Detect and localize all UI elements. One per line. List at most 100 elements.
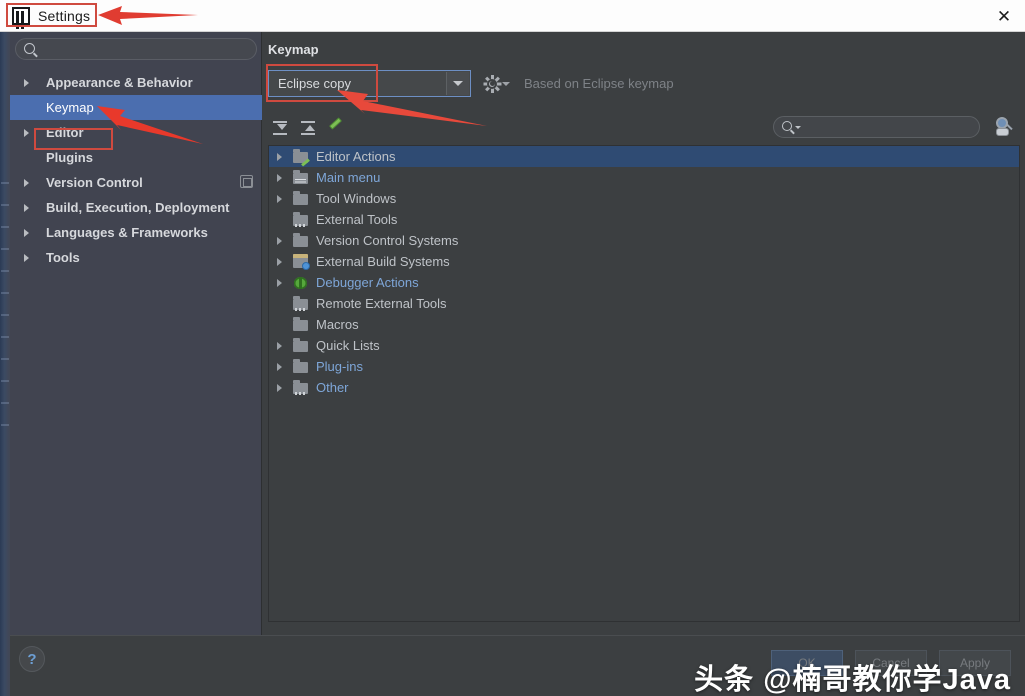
expand-arrow-icon[interactable] bbox=[277, 384, 293, 392]
pencil-icon[interactable] bbox=[324, 116, 348, 140]
sidebar-item-tools[interactable]: Tools bbox=[10, 245, 262, 270]
expand-arrow-icon[interactable] bbox=[277, 363, 293, 371]
tree-row[interactable]: Main menu bbox=[269, 167, 1019, 188]
sidebar-item-label: Keymap bbox=[38, 100, 94, 115]
expand-arrow-icon[interactable] bbox=[24, 229, 38, 237]
dialog-footer: ? OKCancelApply 头条 @楠哥教你学Java bbox=[10, 635, 1025, 696]
sidebar-item-keymap[interactable]: Keymap bbox=[10, 95, 262, 120]
window-title: Settings bbox=[38, 8, 90, 24]
tree-row[interactable]: Plug-ins bbox=[269, 356, 1019, 377]
folder-icon bbox=[293, 360, 309, 374]
tree-row[interactable]: Editor Actions bbox=[269, 146, 1019, 167]
tree-row[interactable]: Version Control Systems bbox=[269, 230, 1019, 251]
settings-dialog: Settings ✕ Appearance & Behavior Keymap Ed… bbox=[0, 0, 1025, 696]
expand-arrow-icon[interactable] bbox=[277, 174, 293, 182]
tree-row-label: Quick Lists bbox=[316, 338, 380, 353]
find-by-shortcut-icon[interactable] bbox=[993, 117, 1015, 137]
tree-row[interactable]: Macros bbox=[269, 314, 1019, 335]
keymap-select[interactable]: Eclipse copy bbox=[268, 70, 471, 97]
expand-arrow-icon[interactable] bbox=[24, 79, 38, 87]
title-bar: Settings ✕ bbox=[0, 0, 1025, 32]
tree-row[interactable]: External Tools bbox=[269, 209, 1019, 230]
tree-row-label: Plug-ins bbox=[316, 359, 363, 374]
tree-row-label: Remote External Tools bbox=[316, 296, 447, 311]
sidebar-item-label: Build, Execution, Deployment bbox=[38, 200, 229, 215]
based-on-label: Based on Eclipse keymap bbox=[524, 76, 674, 91]
keymap-selector-row: Eclipse copy Based on Eclipse keymap bbox=[268, 70, 674, 97]
gear-icon[interactable] bbox=[484, 76, 500, 92]
tree-row[interactable]: External Build Systems bbox=[269, 251, 1019, 272]
close-icon[interactable]: ✕ bbox=[993, 5, 1015, 27]
tree-row[interactable]: Debugger Actions bbox=[269, 272, 1019, 293]
folder-other-icon bbox=[293, 381, 309, 395]
tree-row-label: Macros bbox=[316, 317, 359, 332]
tree-row[interactable]: Tool Windows bbox=[269, 188, 1019, 209]
folder-icon bbox=[293, 192, 309, 206]
intellij-idea-logo-icon bbox=[12, 7, 30, 25]
expand-arrow-icon[interactable] bbox=[24, 129, 38, 137]
sidebar-item-plugins[interactable]: Plugins bbox=[10, 145, 262, 170]
tree-row-label: External Build Systems bbox=[316, 254, 450, 269]
expand-all-icon[interactable] bbox=[268, 116, 292, 140]
chevron-down-icon[interactable] bbox=[795, 126, 801, 129]
sidebar-item-label: Version Control bbox=[38, 175, 143, 190]
sidebar-search[interactable] bbox=[15, 38, 257, 60]
bug-icon bbox=[293, 276, 309, 290]
copy-icon[interactable] bbox=[240, 175, 253, 188]
keymap-tree-toolbar bbox=[268, 114, 1020, 142]
expand-arrow-icon[interactable] bbox=[277, 258, 293, 266]
sidebar-item-version-control[interactable]: Version Control bbox=[10, 170, 262, 195]
tree-row-label: External Tools bbox=[316, 212, 397, 227]
folder-build-icon bbox=[293, 255, 309, 269]
folder-icon bbox=[293, 339, 309, 353]
expand-arrow-icon[interactable] bbox=[24, 179, 38, 187]
search-icon bbox=[24, 43, 35, 54]
tree-row-label: Main menu bbox=[316, 170, 380, 185]
expand-arrow-icon[interactable] bbox=[277, 279, 293, 287]
settings-sidebar: Appearance & Behavior Keymap Editor Plugins… bbox=[10, 32, 262, 635]
tree-row-label: Version Control Systems bbox=[316, 233, 458, 248]
tree-row-label: Editor Actions bbox=[316, 149, 396, 164]
sidebar-item-list: Appearance & Behavior Keymap Editor Plugins… bbox=[10, 70, 262, 270]
expand-arrow-icon[interactable] bbox=[277, 342, 293, 350]
chevron-down-icon[interactable] bbox=[446, 72, 469, 95]
expand-arrow-icon[interactable] bbox=[277, 195, 293, 203]
keymap-search[interactable] bbox=[773, 116, 980, 138]
sidebar-item-label: Tools bbox=[38, 250, 80, 265]
search-input[interactable] bbox=[42, 41, 248, 57]
background-window-sliver bbox=[0, 32, 10, 696]
expand-arrow-icon[interactable] bbox=[277, 237, 293, 245]
keymap-panel: Keymap Eclipse copy Based on Eclipse key… bbox=[263, 32, 1025, 635]
sidebar-item-label: Appearance & Behavior bbox=[38, 75, 193, 90]
tree-row-label: Debugger Actions bbox=[316, 275, 419, 290]
folder-remote-icon bbox=[293, 297, 309, 311]
expand-arrow-icon[interactable] bbox=[24, 204, 38, 212]
page-title: Keymap bbox=[268, 42, 319, 57]
keymap-tree[interactable]: Editor Actions Main menu Tool Windows Exter… bbox=[268, 145, 1020, 622]
folder-icon bbox=[293, 234, 309, 248]
expand-arrow-icon[interactable] bbox=[24, 254, 38, 262]
tree-row[interactable]: Remote External Tools bbox=[269, 293, 1019, 314]
help-button[interactable]: ? bbox=[19, 646, 45, 672]
sidebar-item-label: Plugins bbox=[38, 150, 93, 165]
sidebar-item-editor[interactable]: Editor bbox=[10, 120, 262, 145]
sidebar-item-languages-frameworks[interactable]: Languages & Frameworks bbox=[10, 220, 262, 245]
tree-row-label: Tool Windows bbox=[316, 191, 396, 206]
keymap-search-input[interactable] bbox=[805, 119, 970, 135]
search-icon bbox=[782, 121, 792, 131]
tree-row[interactable]: Other bbox=[269, 377, 1019, 398]
sidebar-item-appearance-behavior[interactable]: Appearance & Behavior bbox=[10, 70, 262, 95]
sidebar-item-label: Editor bbox=[38, 125, 84, 140]
watermark: 头条 @楠哥教你学Java bbox=[694, 656, 1011, 696]
keymap-select-value: Eclipse copy bbox=[269, 76, 351, 91]
expand-arrow-icon[interactable] bbox=[277, 153, 293, 161]
collapse-all-icon[interactable] bbox=[296, 116, 320, 140]
sidebar-item-label: Languages & Frameworks bbox=[38, 225, 208, 240]
title-bar-left: Settings bbox=[8, 4, 98, 28]
folder-tools-icon bbox=[293, 213, 309, 227]
sidebar-item-build-execution-deployment[interactable]: Build, Execution, Deployment bbox=[10, 195, 262, 220]
folder-icon bbox=[293, 318, 309, 332]
folder-menu-icon bbox=[293, 171, 309, 185]
gear-dropdown-icon[interactable] bbox=[502, 82, 510, 86]
tree-row[interactable]: Quick Lists bbox=[269, 335, 1019, 356]
